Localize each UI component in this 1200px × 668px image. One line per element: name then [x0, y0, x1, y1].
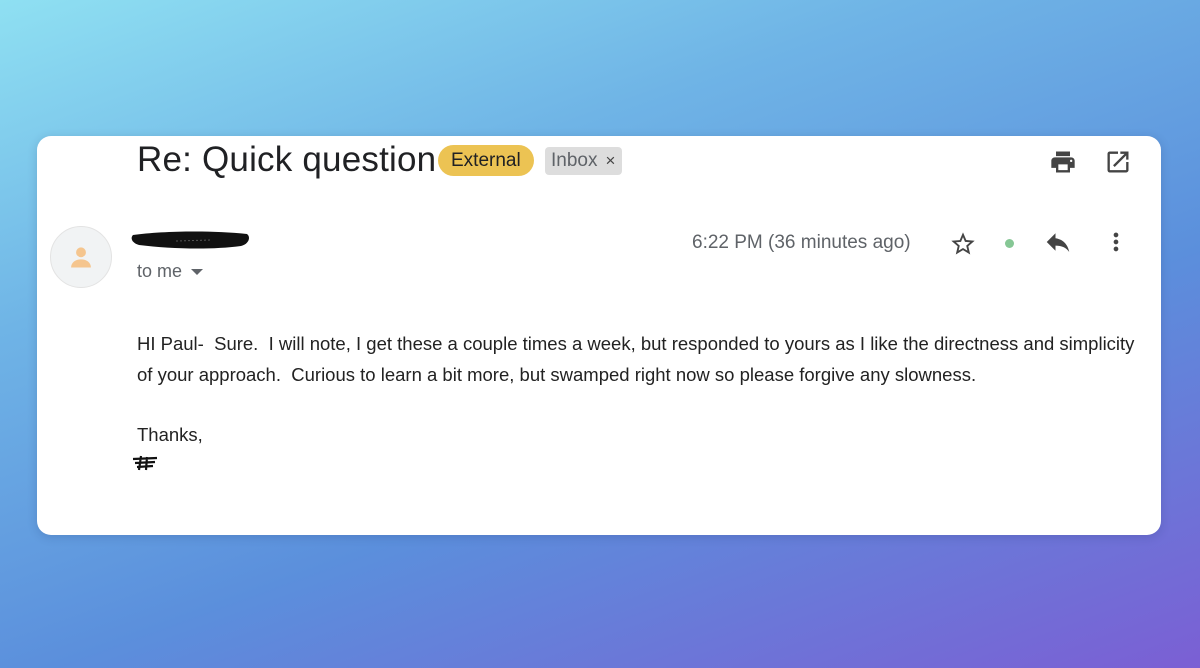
person-icon [71, 247, 91, 268]
recipient-details-toggle[interactable]: to me [137, 261, 204, 282]
inbox-label-text: Inbox [551, 150, 598, 171]
recipient-label: to me [137, 261, 183, 281]
print-icon[interactable] [1045, 144, 1081, 180]
status-dot [1005, 239, 1014, 248]
redacted-signature [132, 455, 158, 471]
more-vert-icon[interactable] [1101, 224, 1131, 260]
remove-label-icon[interactable]: × [605, 147, 615, 175]
star-icon[interactable] [945, 226, 981, 262]
email-body-paragraph: HI Paul- Sure. I will note, I get these … [137, 333, 1140, 385]
email-timestamp: 6:22 PM (36 minutes ago) [692, 232, 911, 253]
inbox-label: Inbox × [545, 147, 623, 175]
redacted-sender-name [131, 231, 249, 249]
chevron-down-icon [191, 268, 204, 275]
sender-avatar[interactable] [50, 226, 112, 288]
email-closing: Thanks, [137, 424, 203, 445]
email-subject: Re: Quick question [137, 140, 437, 179]
open-in-new-window-icon[interactable] [1100, 144, 1136, 180]
reply-icon[interactable] [1040, 224, 1076, 260]
email-body: HI Paul- Sure. I will note, I get these … [137, 328, 1137, 450]
email-card: Re: Quick question External Inbox × to m… [37, 136, 1161, 535]
external-label: External [438, 145, 534, 176]
